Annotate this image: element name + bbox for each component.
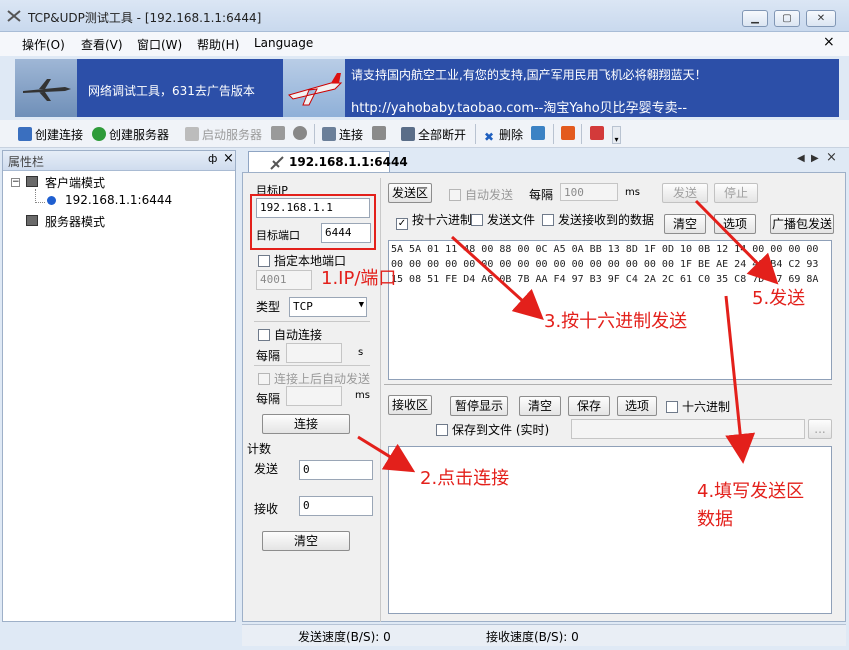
annotation-arrows <box>357 199 779 473</box>
annotation-hex-send: 3.按十六进制发送 <box>544 311 688 332</box>
arrow-connect <box>357 435 416 473</box>
annotation-send: 5.发送 <box>752 288 806 309</box>
arrow-send <box>694 199 779 285</box>
annotation-fill-send-line1: 4.填写发送区 <box>697 481 805 502</box>
annotation-fill-send-line2: 数据 <box>697 509 733 530</box>
arrow-fill-send <box>724 295 756 464</box>
annotation-click-connect: 2.点击连接 <box>420 468 510 489</box>
arrow-hex <box>450 235 544 321</box>
annotation-ip-port: 1.IP/端口 <box>321 268 397 289</box>
